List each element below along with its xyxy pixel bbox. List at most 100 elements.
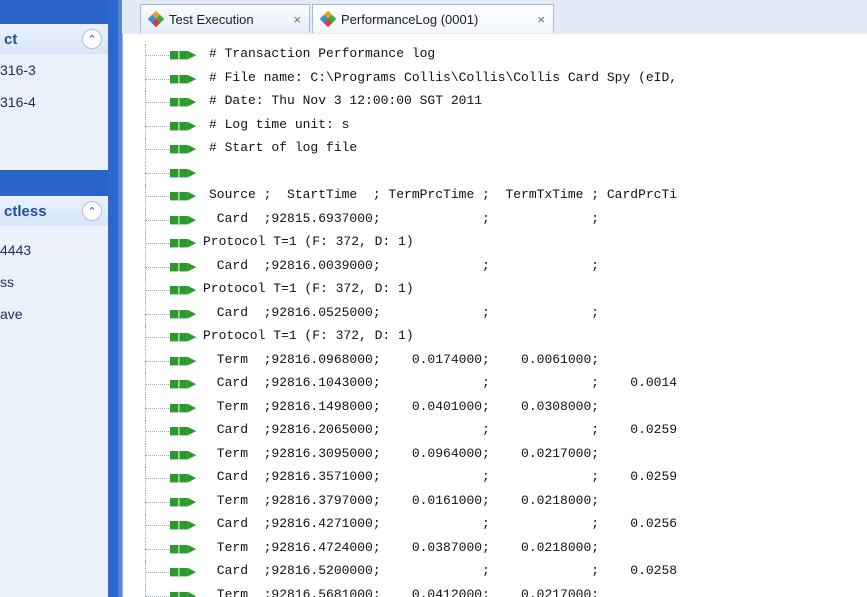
log-line: ■■▶ Source ; StartTime ; TermPrcTime ; Te… (123, 185, 867, 209)
arrow-icon: ■■▶ (169, 400, 196, 414)
tree-connector (145, 501, 169, 503)
arrow-icon: ■■▶ (169, 330, 196, 343)
log-line-text: Card ;92815.6937000; ; ; (209, 210, 600, 226)
sidebar-item[interactable]: 4443 (0, 234, 108, 266)
log-editor[interactable]: ■■▶ # Transaction Performance log ■■▶ # Fil… (122, 34, 867, 597)
log-line-text: Card ;92816.3571000; ; ; 0.0259 (209, 469, 678, 484)
arrow-icon: ■■▶ (169, 518, 196, 531)
log-line-text: Term ;92816.0968000; 0.0174000; 0.006100… (209, 351, 600, 367)
arrow-icon: ■■▶ (169, 95, 196, 108)
log-line-text: Card ;92816.1043000; ; ; 0.0014 (209, 375, 678, 390)
arrow-icon: ■■▶ (169, 71, 196, 85)
log-line: ■■▶ Card ;92816.2065000; ; ; 0.0259 (123, 420, 867, 444)
log-line-text: # File name: C:\Programs Collis\Collis\C… (209, 69, 678, 85)
log-line: ■■▶ # File name: C:\Programs Collis\Colli… (123, 67, 867, 91)
collapse-icon[interactable]: ⌃ (82, 29, 102, 49)
tree-connector (145, 149, 169, 150)
main-area: Test Execution × PerformanceLog (0001) ×… (122, 0, 867, 597)
log-line: ■■▶ Term ;92816.3797000; 0.0161000; 0.02… (123, 490, 867, 514)
log-line: ■■▶ Card ;92816.4271000; ; ; 0.0256 (123, 514, 867, 538)
log-line-text: Protocol T=1 (F: 372, D: 1) (203, 328, 414, 343)
arrow-icon: ■■▶ (169, 236, 196, 249)
arrow-icon: ■■▶ (169, 142, 196, 155)
log-line-text: Term ;92816.1498000; 0.0401000; 0.030800… (209, 398, 600, 414)
log-line-text: Term ;92816.3095000; 0.0964000; 0.021700… (209, 445, 600, 461)
collapse-icon[interactable]: ⌃ (82, 201, 102, 221)
tab-performance-log[interactable]: PerformanceLog (0001) × (312, 4, 554, 33)
tree-connector (145, 313, 169, 315)
arrow-icon: ■■▶ (169, 48, 196, 61)
log-line-text: Term ;92816.3797000; 0.0161000; 0.021800… (209, 492, 600, 508)
tree-connector (145, 431, 169, 432)
log-line-text: Term ;92816.5681000; 0.0412000; 0.021700… (209, 586, 600, 597)
left-sidebar: ct ⌃ 316-3 316-4 ctless ⌃ 4443 ss ave (0, 0, 122, 597)
log-line-text: Card ;92816.2065000; ; ; 0.0259 (209, 422, 678, 437)
tree-connector (145, 360, 169, 362)
tree-connector (145, 548, 169, 550)
log-line-text: Source ; StartTime ; TermPrcTime ; TermT… (209, 187, 678, 202)
tree-connector (145, 478, 169, 479)
arrow-icon: ■■▶ (169, 377, 196, 390)
arrow-icon: ■■▶ (169, 118, 196, 132)
arrow-icon: ■■▶ (169, 259, 196, 273)
log-line-text: Card ;92816.0525000; ; ; (209, 304, 600, 320)
log-line: ■■▶ Protocol T=1 (F: 372, D: 1) (123, 279, 867, 303)
log-line: ■■▶ Term ;92816.4724000; 0.0387000; 0.02… (123, 537, 867, 561)
log-line: ■■▶ # Log time unit: s (123, 114, 867, 138)
arrow-icon: ■■▶ (169, 165, 196, 179)
panel-1-header[interactable]: ct ⌃ (0, 24, 108, 54)
log-line: ■■▶ Card ;92816.5200000; ; ; 0.0258 (123, 561, 867, 585)
tree-connector (145, 78, 169, 80)
sidebar-panel-2: ctless ⌃ 4443 ss ave (0, 196, 109, 597)
diamond-icon (147, 10, 165, 28)
panel-2-title: ctless (4, 202, 47, 220)
sidebar-item[interactable]: ss (0, 266, 108, 298)
log-line: ■■▶ Protocol T=1 (F: 372, D: 1) (123, 326, 867, 350)
arrow-icon: ■■▶ (169, 494, 196, 508)
sidebar-item[interactable]: 316-3 (0, 54, 108, 86)
arrow-icon: ■■▶ (169, 212, 196, 226)
log-line: ■■▶ (123, 161, 867, 185)
tree-connector (145, 337, 169, 338)
tree-connector (145, 595, 169, 597)
tab-bar: Test Execution × PerformanceLog (0001) × (122, 0, 867, 35)
arrow-icon: ■■▶ (169, 565, 196, 578)
log-line: ■■▶ Card ;92816.1043000; ; ; 0.0014 (123, 373, 867, 397)
close-icon[interactable]: × (293, 12, 301, 27)
tab-label: Test Execution (169, 11, 254, 27)
log-line-text: Protocol T=1 (F: 372, D: 1) (203, 281, 414, 296)
arrow-icon: ■■▶ (169, 447, 196, 461)
tree-connector (145, 219, 169, 221)
log-line: ■■▶ Card ;92815.6937000; ; ; (123, 208, 867, 232)
arrow-icon: ■■▶ (169, 189, 196, 202)
tab-test-execution[interactable]: Test Execution × (140, 4, 310, 33)
log-line-text: Card ;92816.4271000; ; ; 0.0256 (209, 516, 678, 531)
log-line-text: Term ;92816.4724000; 0.0387000; 0.021800… (209, 539, 600, 555)
log-line: ■■▶ # Start of log file (123, 138, 867, 162)
arrow-icon: ■■▶ (169, 353, 196, 367)
tree-connector (145, 525, 169, 526)
log-line-text: Card ;92816.0039000; ; ; (209, 257, 600, 273)
log-line: ■■▶ Protocol T=1 (F: 372, D: 1) (123, 232, 867, 256)
tree-connector (145, 125, 169, 127)
log-line-text: # Start of log file (209, 140, 358, 155)
splitter[interactable] (108, 0, 118, 597)
log-line: ■■▶ Term ;92816.0968000; 0.0174000; 0.00… (123, 349, 867, 373)
tree-connector (145, 407, 169, 409)
log-line-text: Card ;92816.5200000; ; ; 0.0258 (209, 563, 678, 578)
tree-connector (145, 454, 169, 456)
close-icon[interactable]: × (537, 12, 545, 27)
tree-connector (145, 384, 169, 385)
sidebar-item[interactable]: 316-4 (0, 86, 108, 118)
log-line: ■■▶ Term ;92816.5681000; 0.0412000; 0.02… (123, 584, 867, 597)
sidebar-item[interactable]: ave (0, 298, 108, 330)
log-line: ■■▶ Card ;92816.3571000; ; ; 0.0259 (123, 467, 867, 491)
arrow-icon: ■■▶ (169, 306, 196, 320)
tree-connector (145, 243, 169, 244)
arrow-icon: ■■▶ (169, 541, 196, 555)
diamond-icon (319, 10, 337, 28)
panel-2-header[interactable]: ctless ⌃ (0, 196, 108, 226)
tree-connector (145, 266, 169, 268)
tree-connector (145, 572, 169, 573)
log-line: ■■▶ Card ;92816.0039000; ; ; (123, 255, 867, 279)
